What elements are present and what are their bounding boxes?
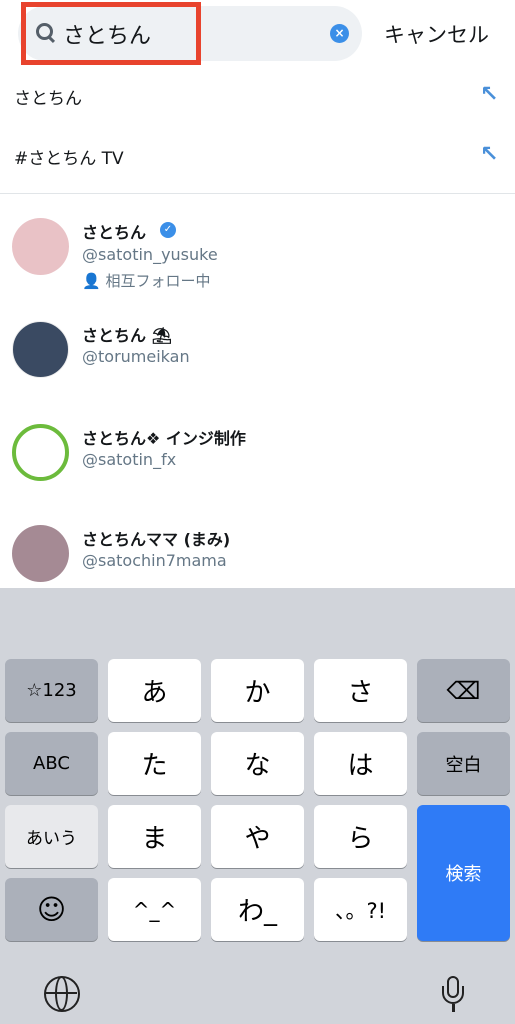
mic-icon[interactable] bbox=[442, 976, 464, 1016]
follow-status-text: 相互フォロー中 bbox=[105, 272, 211, 290]
backspace-icon[interactable]: ⌫ bbox=[417, 659, 510, 722]
cancel-button[interactable]: キャンセル bbox=[384, 19, 489, 49]
key-ka[interactable]: か bbox=[211, 659, 304, 722]
user-handle: @satotin_fx bbox=[82, 450, 177, 469]
arrow-up-left-icon[interactable]: ↖ bbox=[480, 82, 498, 107]
key-wa[interactable]: わ_ bbox=[211, 878, 304, 941]
globe-icon[interactable] bbox=[44, 976, 80, 1012]
umbrella-icon: ⛱ bbox=[151, 326, 172, 345]
user-handle: @satochin7mama bbox=[82, 551, 227, 570]
emoji-icon[interactable]: ☺ bbox=[5, 878, 98, 941]
key-na[interactable]: な bbox=[211, 732, 304, 795]
key-ma[interactable]: ま bbox=[108, 805, 201, 868]
avatar[interactable] bbox=[12, 525, 69, 582]
user-name-text: さとちん bbox=[82, 326, 147, 345]
avatar[interactable] bbox=[12, 218, 69, 275]
person-icon: 👤 bbox=[82, 272, 101, 290]
clear-icon[interactable]: × bbox=[330, 24, 349, 43]
avatar[interactable] bbox=[12, 424, 69, 481]
keyboard: ☆123 あ か さ ⌫ ABC た な は 空白 あいう ま や ら 検索 ☺… bbox=[0, 588, 515, 1024]
key-kaomoji[interactable]: ^_^ bbox=[108, 878, 201, 941]
key-ta[interactable]: た bbox=[108, 732, 201, 795]
search-input[interactable]: さとちん bbox=[63, 18, 151, 50]
user-handle: @satotin_yusuke bbox=[82, 245, 218, 264]
key-space[interactable]: 空白 bbox=[417, 732, 510, 795]
user-handle: @torumeikan bbox=[82, 347, 190, 366]
user-name[interactable]: さとちんママ (まみ) bbox=[82, 526, 230, 550]
search-key[interactable]: 検索 bbox=[417, 805, 510, 941]
key-kana[interactable]: あいう bbox=[5, 805, 98, 868]
key-punct[interactable]: 、。?! bbox=[314, 878, 407, 941]
suggestion-item[interactable]: さとちん bbox=[14, 84, 82, 109]
key-abc[interactable]: ABC bbox=[5, 732, 98, 795]
key-sa[interactable]: さ bbox=[314, 659, 407, 722]
arrow-up-left-icon[interactable]: ↖ bbox=[480, 142, 498, 167]
user-name[interactable]: さとちん❖ インジ制作 bbox=[82, 425, 246, 449]
follow-status: 👤 相互フォロー中 bbox=[82, 270, 210, 291]
divider bbox=[0, 193, 515, 194]
key-a[interactable]: あ bbox=[108, 659, 201, 722]
user-name[interactable]: さとちん bbox=[82, 219, 146, 243]
avatar[interactable] bbox=[12, 321, 69, 378]
verified-icon: ✓ bbox=[160, 222, 176, 238]
search-icon bbox=[36, 23, 53, 40]
key-ha[interactable]: は bbox=[314, 732, 407, 795]
key-numbers[interactable]: ☆123 bbox=[5, 659, 98, 722]
suggestion-item[interactable]: #さとちん TV bbox=[14, 144, 124, 169]
user-name[interactable]: さとちん ⛱ bbox=[82, 322, 172, 346]
key-ra[interactable]: ら bbox=[314, 805, 407, 868]
key-ya[interactable]: や bbox=[211, 805, 304, 868]
